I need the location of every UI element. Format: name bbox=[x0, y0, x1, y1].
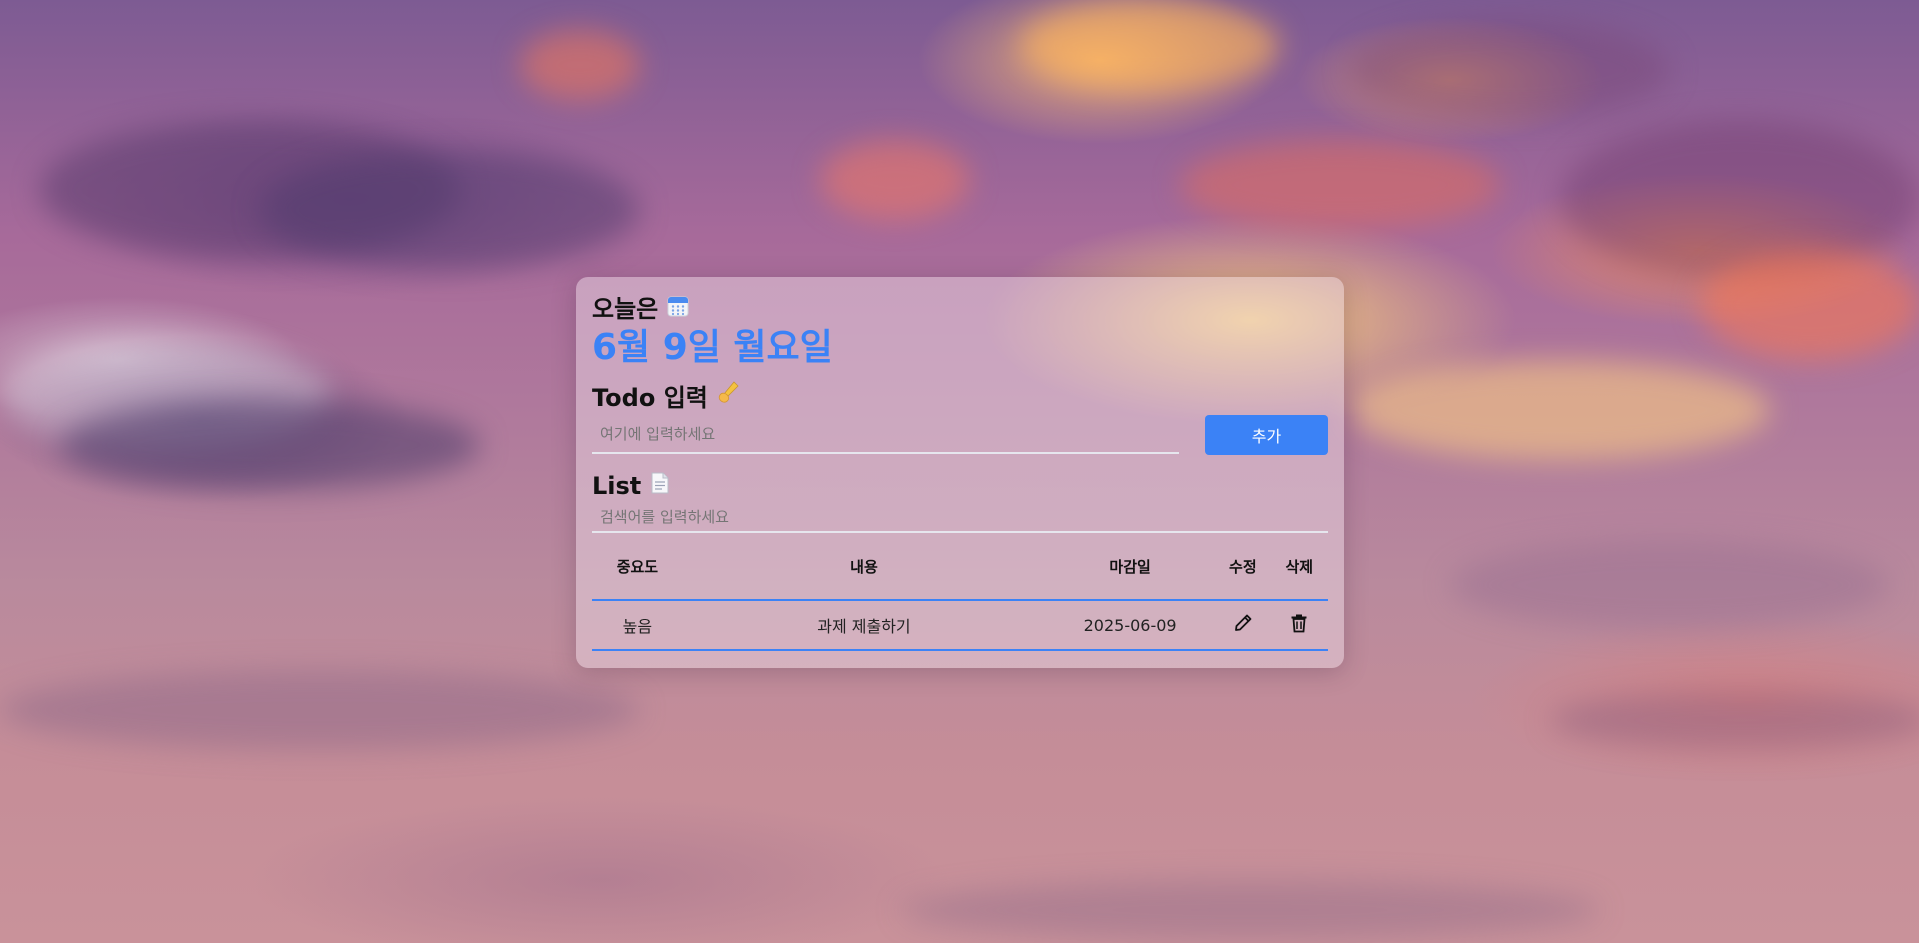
calendar-icon bbox=[666, 294, 690, 318]
todo-input[interactable] bbox=[592, 416, 1179, 454]
edit-button[interactable] bbox=[1233, 613, 1253, 636]
today-label: 오늘은 bbox=[592, 294, 659, 323]
column-content: 내용 bbox=[682, 533, 1046, 601]
row-priority: 높음 bbox=[592, 600, 683, 651]
trash-icon bbox=[1289, 613, 1309, 636]
list-title-label: List bbox=[592, 472, 642, 500]
row-due: 2025-06-09 bbox=[1045, 600, 1216, 651]
todo-section-title: Todo 입력 bbox=[592, 379, 1328, 412]
column-edit: 수정 bbox=[1215, 533, 1271, 601]
search-input[interactable] bbox=[592, 503, 1328, 533]
todo-input-row: 추가 bbox=[592, 415, 1328, 455]
column-delete: 삭제 bbox=[1270, 533, 1328, 601]
column-due: 마감일 bbox=[1045, 533, 1216, 601]
column-priority: 중요도 bbox=[592, 533, 683, 601]
row-content: 과제 제출하기 bbox=[682, 600, 1046, 651]
todo-card: 오늘은 6월 9일 월요일 Todo 입력 여기에 입력하세요 추가 List … bbox=[576, 277, 1344, 668]
add-button[interactable]: 추가 bbox=[1205, 415, 1328, 455]
current-date: 6월 9일 월요일 bbox=[592, 327, 833, 368]
today-heading: 오늘은 bbox=[592, 291, 1328, 323]
pencil-icon bbox=[1233, 613, 1253, 636]
list-section-title: List bbox=[592, 471, 1328, 501]
todo-title-label: Todo 입력 bbox=[592, 383, 708, 412]
todo-table: 중요도 내용 마감일 수정 삭제 높음 과제 제출하기 2025-06-09 bbox=[592, 533, 1328, 651]
table-header-row: 중요도 내용 마감일 수정 삭제 bbox=[592, 533, 1328, 601]
document-icon bbox=[649, 471, 671, 501]
writing-hand-icon bbox=[716, 379, 742, 411]
delete-button[interactable] bbox=[1289, 613, 1309, 636]
table-row: 높음 과제 제출하기 2025-06-09 bbox=[592, 600, 1328, 651]
